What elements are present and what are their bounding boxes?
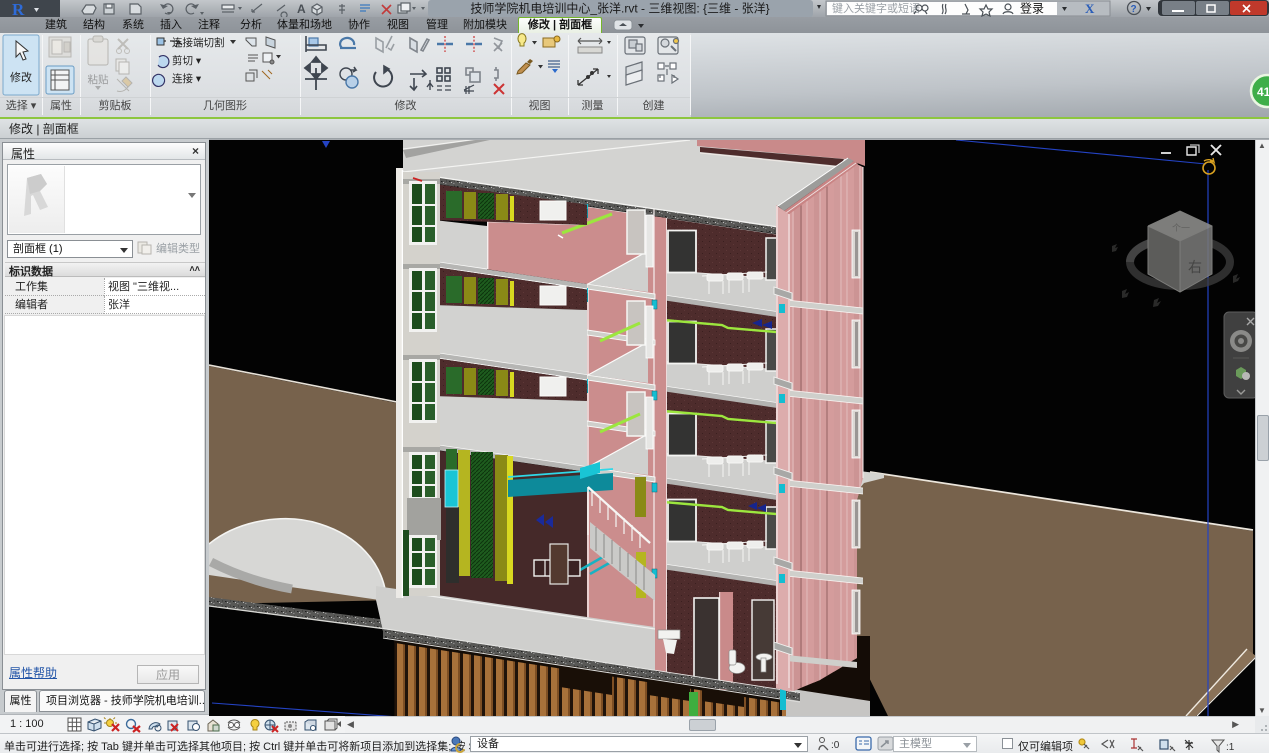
- svg-text:登录: 登录: [1020, 1, 1044, 16]
- svg-text:粘贴: 粘贴: [88, 73, 109, 86]
- svg-text:R: R: [12, 0, 25, 17]
- svg-text:键入关键字或短语: 键入关键字或短语: [832, 1, 920, 15]
- svg-text:技师学院机电培训中心_张洋.rvt - 三维视图: {三维: 技师学院机电培训中心_张洋.rvt - 三维视图: {三维 - 张洋}: [470, 1, 769, 16]
- svg-text::1: :1: [1226, 742, 1235, 753]
- svg-text:A: A: [297, 2, 306, 16]
- svg-text:剪切 ▾: 剪切 ▾: [172, 54, 202, 67]
- svg-text:修改: 修改: [10, 70, 32, 84]
- svg-text:个一: 个一: [1172, 223, 1190, 233]
- svg-text:X: X: [1085, 1, 1095, 16]
- svg-text:连接 ▾: 连接 ▾: [172, 72, 202, 85]
- svg-text:?: ?: [1131, 4, 1137, 15]
- svg-text::0: :0: [831, 740, 840, 751]
- svg-text:右: 右: [1188, 259, 1202, 275]
- svg-text:连接端切割: 连接端切割: [172, 36, 225, 49]
- svg-text:41: 41: [1257, 85, 1269, 99]
